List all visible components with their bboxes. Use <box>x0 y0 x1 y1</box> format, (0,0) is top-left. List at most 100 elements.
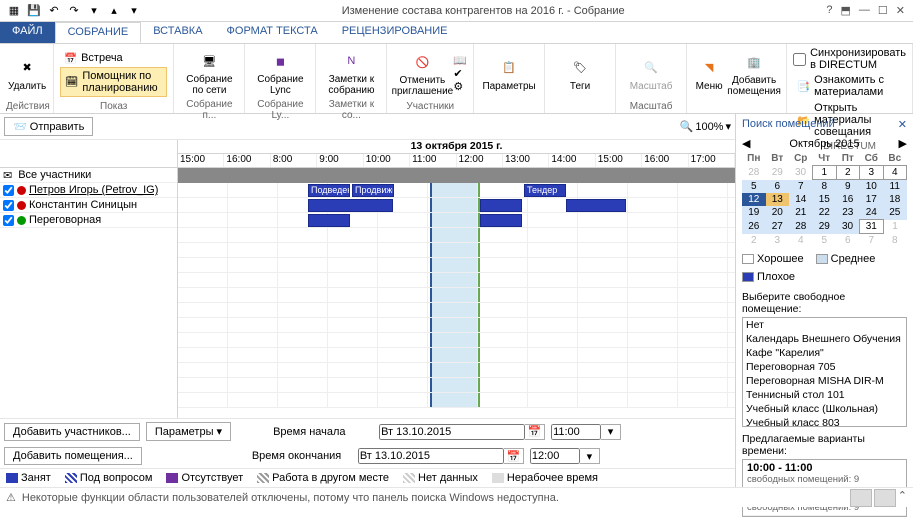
participant-row[interactable]: Константин Синицын <box>0 198 177 213</box>
busy-block[interactable]: Тендер Под <box>524 184 566 197</box>
window-title: Изменение состава контрагентов на 2016 г… <box>148 5 818 17</box>
participant-checkbox[interactable] <box>3 200 14 211</box>
end-date-input[interactable] <box>358 448 504 464</box>
legend-busy: Занят <box>6 472 51 484</box>
zoom-icon[interactable]: 🔍 <box>680 120 694 133</box>
suggestion-item[interactable]: 10:00 - 11:00свободных помещений: 9 <box>743 460 906 488</box>
check-names-icon[interactable]: ✔ <box>453 67 467 80</box>
calendar-month: Октябрь 2015 <box>789 138 859 150</box>
start-time-input[interactable] <box>551 424 601 440</box>
legend-nodata: Нет данных <box>403 472 478 484</box>
timeline-date: 13 октября 2015 г. <box>178 140 735 154</box>
scheduling-assistant-button[interactable]: 🗓 Помощник по планированию <box>60 67 167 97</box>
zoom-dropdown-icon[interactable]: ▾ <box>725 120 731 133</box>
tab-file[interactable]: ФАЙЛ <box>0 22 55 43</box>
calendar-icon[interactable]: 📅 <box>504 448 524 464</box>
room-item[interactable]: Учебный класс (Школьная) <box>743 402 906 416</box>
meeting-notes-button[interactable]: NЗаметки к собранию <box>322 46 380 98</box>
room-item[interactable]: Переговорная MISHA DIR-M <box>743 374 906 388</box>
participant-row[interactable]: Петров Игорь (Petrov_IG) <box>0 183 177 198</box>
options-button[interactable]: 📋Параметры <box>480 53 538 94</box>
prev-month-icon[interactable]: ◀ <box>742 137 750 150</box>
undo-icon[interactable]: ↶ <box>46 3 62 19</box>
participant-type-icon <box>17 201 26 210</box>
add-rooms-button-2[interactable]: Добавить помещения... <box>4 447 142 465</box>
busy-block[interactable] <box>308 199 393 212</box>
tab-meeting[interactable]: СОБРАНИЕ <box>55 22 142 43</box>
menu-button[interactable]: ◥Меню <box>693 53 725 94</box>
busy-block[interactable]: Подведени <box>308 184 350 197</box>
parameters-button[interactable]: Параметры ▾ <box>146 422 231 441</box>
up-icon[interactable]: ▴ <box>106 3 122 19</box>
start-date-input[interactable] <box>379 424 525 440</box>
save-icon[interactable]: 💾 <box>26 3 42 19</box>
group-show: Показ <box>60 100 167 112</box>
participant-type-icon <box>17 216 26 225</box>
ribbon-toggle-icon[interactable]: ⬒ <box>841 4 851 17</box>
dropdown-icon[interactable]: ▾ <box>601 424 621 440</box>
legend-nonwork: Нерабочее время <box>492 472 598 484</box>
dropdown-icon[interactable]: ▾ <box>580 448 600 464</box>
close-pane-icon[interactable]: ✕ <box>898 118 907 131</box>
end-time-input[interactable] <box>530 448 580 464</box>
legend-poor: Плохое <box>742 271 795 283</box>
next-month-icon[interactable]: ▶ <box>899 137 907 150</box>
zoom-button[interactable]: 🔍Масштаб <box>622 53 680 94</box>
add-rooms-button[interactable]: 🏢Добавить помещения <box>727 47 781 99</box>
busy-block[interactable] <box>308 214 350 227</box>
tab-insert[interactable]: ВСТАВКА <box>141 22 214 43</box>
participant-type-icon <box>17 186 26 195</box>
tab-format[interactable]: ФОРМАТ ТЕКСТА <box>215 22 330 43</box>
choose-room-label: Выберите свободное помещение: <box>742 291 907 315</box>
legend-elsewhere: Работа в другом месте <box>257 472 389 484</box>
tags-button[interactable]: 🏷Теги <box>551 53 609 94</box>
send-button[interactable]: 📨 Отправить <box>4 117 93 136</box>
legend-fair: Среднее <box>816 253 876 265</box>
participant-checkbox[interactable] <box>3 215 14 226</box>
avatar[interactable] <box>874 489 896 507</box>
participant-name: Переговорная <box>29 214 101 226</box>
room-item[interactable]: Учебный класс 803 <box>743 416 906 427</box>
room-item[interactable]: Теннисный стол 101 <box>743 388 906 402</box>
participant-row[interactable]: Переговорная <box>0 213 177 228</box>
participant-checkbox[interactable] <box>3 185 14 196</box>
warning-text: Некоторые функции области пользователей … <box>22 492 559 504</box>
maximize-icon[interactable]: ☐ <box>878 4 888 17</box>
cancel-invitation-button[interactable]: 🚫Отменить приглашение <box>393 47 451 99</box>
room-item[interactable]: Переговорная 705 <box>743 360 906 374</box>
help-icon[interactable]: ? <box>826 4 832 17</box>
calendar-icon[interactable]: 📅 <box>525 424 545 440</box>
busy-block[interactable]: Продвижен <box>352 184 394 197</box>
room-item[interactable]: Нет <box>743 318 906 332</box>
busy-block[interactable] <box>566 199 626 212</box>
addressbook-icon[interactable]: 📖 <box>453 54 467 67</box>
room-list[interactable]: НетКалендарь Внешнего ОбученияКафе "Каре… <box>742 317 907 427</box>
minimize-icon[interactable]: — <box>859 4 870 17</box>
busy-block[interactable] <box>480 199 522 212</box>
redo-icon[interactable]: ↷ <box>66 3 82 19</box>
suggestions-label: Предлагаемые варианты времени: <box>742 433 907 457</box>
participant-name: Константин Синицын <box>29 199 137 211</box>
group-actions: Действия <box>6 100 47 112</box>
room-item[interactable]: Кафе "Карелия" <box>743 346 906 360</box>
appointment-button[interactable]: 📅 Встреча <box>60 50 167 67</box>
familiarize-button[interactable]: 📑 Ознакомить с материалами <box>793 72 906 100</box>
add-participants-button[interactable]: Добавить участников... <box>4 423 140 441</box>
tab-review[interactable]: РЕЦЕНЗИРОВАНИЕ <box>330 22 460 43</box>
people-pane-toggle-icon[interactable]: ⌃ <box>898 489 907 507</box>
network-meeting-button[interactable]: 🖥Собрание по сети <box>180 46 238 98</box>
mini-calendar[interactable]: ПнВтСрЧтПтСбВс28293012345678910111213141… <box>742 152 907 247</box>
lync-meeting-button[interactable]: ◼Собрание Lync <box>251 46 309 98</box>
down-icon[interactable]: ▾ <box>126 3 142 19</box>
qat-more-icon[interactable]: ▾ <box>86 3 102 19</box>
legend-oof: Отсутствует <box>166 472 243 484</box>
sync-directum-checkbox[interactable]: Синхронизировать в DIRECTUM <box>793 46 906 72</box>
response-options-icon[interactable]: ⚙ <box>453 80 467 93</box>
close-icon[interactable]: ✕ <box>896 4 905 17</box>
legend-tentative: Под вопросом <box>65 472 153 484</box>
warning-icon: ⚠ <box>6 491 16 504</box>
delete-button[interactable]: ✖Удалить <box>6 53 48 94</box>
busy-block[interactable] <box>480 214 522 227</box>
room-item[interactable]: Календарь Внешнего Обучения <box>743 332 906 346</box>
avatar[interactable] <box>850 489 872 507</box>
